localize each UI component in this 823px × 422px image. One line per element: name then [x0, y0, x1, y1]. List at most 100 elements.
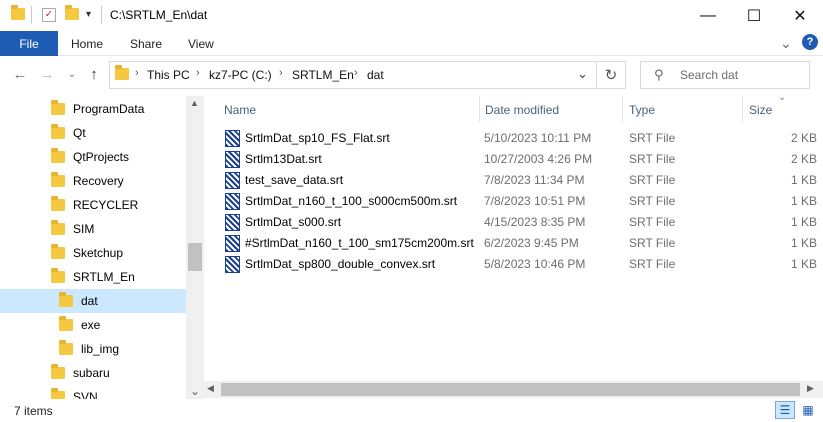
folder-icon — [59, 340, 73, 355]
file-date: 5/8/2023 10:46 PM — [484, 257, 586, 271]
chevron-right-icon[interactable]: › — [196, 67, 200, 79]
chevron-right-icon[interactable]: › — [135, 67, 139, 79]
srt-file-icon — [225, 214, 240, 231]
column-divider[interactable] — [479, 96, 480, 122]
file-row[interactable]: Srtlm13Dat.srt 10/27/2003 4:26 PM SRT File… — [220, 149, 820, 170]
nav-item[interactable]: SIM — [0, 217, 186, 241]
nav-item[interactable]: lib_img — [0, 337, 186, 361]
folder-icon — [59, 292, 73, 307]
scroll-left-icon[interactable]: ◀ — [207, 383, 214, 394]
scroll-down-icon[interactable]: ⌄ — [190, 384, 200, 398]
breadcrumb-drive[interactable]: kz7-PC (C:) — [209, 68, 272, 82]
nav-item-label: lib_img — [81, 342, 120, 356]
column-divider[interactable] — [742, 96, 743, 122]
chevron-right-icon[interactable]: › — [279, 67, 283, 79]
breadcrumb-dat[interactable]: dat — [367, 68, 384, 82]
divider — [101, 6, 102, 24]
scroll-up-icon[interactable]: ▲ — [190, 98, 199, 108]
file-date: 7/8/2023 11:34 PM — [484, 173, 585, 187]
nav-item[interactable]: Qt — [0, 121, 186, 145]
nav-item[interactable]: Sketchup — [0, 241, 186, 265]
search-icon: ⚲ — [654, 67, 664, 82]
column-date-modified[interactable]: Date modified — [485, 103, 559, 117]
folder-icon — [51, 196, 65, 211]
expand-ribbon-icon[interactable]: ⌄ — [780, 35, 792, 52]
column-type[interactable]: Type — [629, 103, 655, 117]
folder-icon — [59, 316, 73, 331]
tab-home[interactable]: Home — [71, 37, 103, 51]
file-type: SRT File — [629, 236, 676, 250]
column-name[interactable]: Name — [224, 103, 256, 117]
nav-item[interactable]: SRTLM_En — [0, 265, 186, 289]
large-icons-view-icon[interactable]: ▦ — [798, 401, 818, 419]
file-size: 2 KB — [790, 152, 817, 166]
file-row[interactable]: SrtlmDat_s000.srt 4/15/2023 8:35 PM SRT Fi… — [220, 212, 820, 233]
forward-button[interactable]: → — [37, 64, 57, 84]
maximize-button[interactable]: ☐ — [731, 0, 777, 31]
file-date: 5/10/2023 10:11 PM — [484, 131, 592, 145]
nav-item[interactable]: RECYCLER — [0, 193, 186, 217]
file-size: 1 KB — [790, 173, 817, 187]
file-row[interactable]: test_save_data.srt 7/8/2023 11:34 PM SRT F… — [220, 170, 820, 191]
file-name: #SrtlmDat_n160_t_100_sm175cm200m.srt — [245, 236, 474, 250]
new-folder-icon[interactable] — [65, 5, 79, 24]
file-type: SRT File — [629, 215, 676, 229]
srt-file-icon — [225, 256, 240, 273]
file-row[interactable]: SrtlmDat_sp10_FS_Flat.srt 5/10/2023 10:11… — [220, 128, 820, 149]
column-size[interactable]: Size — [749, 103, 772, 117]
nav-item[interactable]: dat — [0, 289, 186, 313]
nav-item[interactable]: ProgramData — [0, 97, 186, 121]
file-size: 1 KB — [790, 194, 817, 208]
help-icon[interactable]: ? — [802, 34, 818, 50]
folder-icon — [51, 100, 65, 115]
file-row[interactable]: #SrtlmDat_n160_t_100_sm175cm200m.srt 6/2/… — [220, 233, 820, 254]
nav-item[interactable]: exe — [0, 313, 186, 337]
folder-icon — [51, 124, 65, 139]
file-date: 4/15/2023 8:35 PM — [484, 215, 586, 229]
nav-item[interactable]: subaru — [0, 361, 186, 385]
nav-item[interactable]: Recovery — [0, 169, 186, 193]
sort-indicator-icon: ⌄ — [778, 92, 787, 103]
tab-view[interactable]: View — [188, 37, 214, 51]
nav-item-label: Qt — [73, 126, 86, 140]
nav-item-label: Sketchup — [73, 246, 124, 260]
file-date: 10/27/2003 4:26 PM — [484, 152, 593, 166]
srt-file-icon — [225, 193, 240, 210]
file-type: SRT File — [629, 257, 676, 271]
details-view-icon[interactable]: ☰ — [775, 401, 795, 419]
folder-icon — [51, 364, 65, 379]
close-button[interactable]: ✕ — [777, 0, 823, 31]
srt-file-icon — [225, 151, 240, 168]
tab-share[interactable]: Share — [130, 37, 162, 51]
nav-item-label: QtProjects — [73, 150, 130, 164]
breadcrumb-srtlm-en[interactable]: SRTLM_En — [292, 68, 354, 82]
breadcrumb-this-pc[interactable]: This PC — [147, 68, 190, 82]
file-row[interactable]: SrtlmDat_n160_t_100_s000cm500m.srt 7/8/20… — [220, 191, 820, 212]
address-dropdown-icon[interactable]: ⌄ — [577, 66, 588, 82]
srt-file-icon — [225, 235, 240, 252]
srt-file-icon — [225, 130, 240, 147]
up-button[interactable]: ↑ — [84, 64, 104, 84]
file-row[interactable]: SrtlmDat_sp800_double_convex.srt 5/8/2023… — [220, 254, 820, 275]
nav-scrollbar-thumb[interactable] — [188, 243, 202, 271]
folder-icon — [51, 268, 65, 283]
recent-locations-icon[interactable]: ⌄ — [62, 64, 82, 84]
properties-icon[interactable]: ✓ — [42, 8, 56, 22]
nav-item[interactable]: QtProjects — [0, 145, 186, 169]
file-size: 1 KB — [790, 257, 817, 271]
nav-item-label: dat — [81, 294, 98, 308]
refresh-button[interactable]: ↻ — [597, 61, 626, 89]
divider — [31, 6, 32, 24]
file-name: SrtlmDat_n160_t_100_s000cm500m.srt — [245, 194, 458, 208]
chevron-right-icon[interactable]: › — [354, 67, 358, 79]
search-placeholder: Search dat — [680, 68, 739, 82]
horizontal-scrollbar-thumb[interactable] — [221, 383, 800, 396]
tab-file[interactable]: File — [0, 31, 58, 56]
column-divider[interactable] — [622, 96, 623, 122]
minimize-button[interactable]: — — [685, 0, 731, 31]
back-button[interactable]: ← — [10, 64, 30, 84]
nav-item-label: exe — [81, 318, 101, 332]
scroll-right-icon[interactable]: ▶ — [807, 383, 814, 394]
quick-access-dropdown-icon[interactable]: ▾ — [86, 9, 91, 25]
folder-icon — [11, 5, 25, 24]
